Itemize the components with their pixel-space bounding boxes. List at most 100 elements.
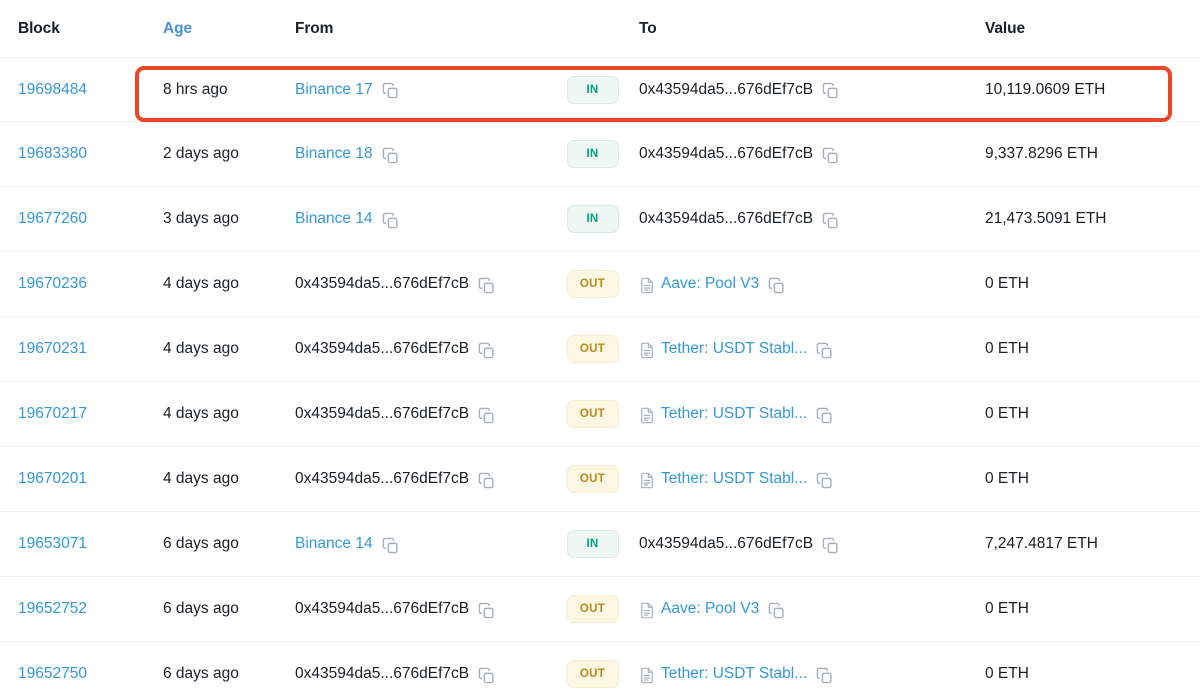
cell-to: Aave: Pool V3 [630, 252, 985, 316]
copy-icon[interactable] [822, 82, 839, 99]
cell-value: 7,247.4817 ETH [985, 512, 1200, 576]
block-number-link[interactable]: 19652750 [18, 665, 87, 683]
copy-icon[interactable] [382, 147, 399, 164]
table-row[interactable]: 19652752 6 days ago 0x43594da5...676dEf7cB… [0, 577, 1200, 642]
to-address: 0x43594da5...676dEf7cB [639, 81, 813, 99]
from-address: 0x43594da5...676dEf7cB [295, 340, 469, 358]
cell-block: 19698484 [0, 58, 143, 121]
copy-icon[interactable] [478, 277, 495, 294]
from-address: 0x43594da5...676dEf7cB [295, 665, 469, 683]
table-header-row: Block Age From To Value [0, 0, 1200, 58]
cell-from: 0x43594da5...676dEf7cB [288, 252, 555, 316]
value-amount: 0 ETH [985, 600, 1029, 618]
cell-value: 0 ETH [985, 642, 1200, 695]
direction-badge: IN [567, 76, 619, 104]
direction-badge: IN [567, 140, 619, 168]
value-amount: 7,247.4817 ETH [985, 535, 1098, 553]
copy-icon[interactable] [816, 667, 833, 684]
table-row[interactable]: 19670231 4 days ago 0x43594da5...676dEf7cB… [0, 317, 1200, 382]
copy-icon[interactable] [822, 147, 839, 164]
copy-icon[interactable] [382, 537, 399, 554]
copy-icon[interactable] [816, 472, 833, 489]
copy-icon[interactable] [768, 277, 785, 294]
copy-icon[interactable] [382, 212, 399, 229]
cell-direction: OUT [555, 252, 630, 316]
to-address[interactable]: Aave: Pool V3 [661, 275, 759, 293]
age-text: 6 days ago [163, 665, 239, 683]
from-address[interactable]: Binance 17 [295, 81, 373, 99]
from-address[interactable]: Binance 18 [295, 145, 373, 163]
direction-badge: OUT [567, 660, 619, 688]
from-address: 0x43594da5...676dEf7cB [295, 600, 469, 618]
value-amount: 10,119.0609 ETH [985, 81, 1105, 99]
copy-icon[interactable] [768, 602, 785, 619]
table-row[interactable]: 196530716 days agoBinance 14IN0x43594da5… [0, 512, 1200, 577]
column-header-from: From [288, 20, 555, 38]
cell-direction: OUT [555, 317, 630, 381]
from-address[interactable]: Binance 14 [295, 210, 373, 228]
to-address[interactable]: Tether: USDT Stabl... [661, 470, 807, 488]
cell-value: 0 ETH [985, 382, 1200, 446]
block-number-link[interactable]: 19670236 [18, 275, 87, 293]
cell-to: Tether: USDT Stabl... [630, 447, 985, 511]
cell-from: 0x43594da5...676dEf7cB [288, 382, 555, 446]
copy-icon[interactable] [478, 342, 495, 359]
cell-value: 0 ETH [985, 447, 1200, 511]
column-header-age[interactable]: Age [143, 20, 288, 38]
to-address[interactable]: Tether: USDT Stabl... [661, 665, 807, 683]
cell-age: 6 days ago [143, 512, 288, 576]
copy-icon[interactable] [478, 602, 495, 619]
cell-to: 0x43594da5...676dEf7cB [630, 58, 985, 121]
cell-to: 0x43594da5...676dEf7cB [630, 187, 985, 251]
table-row[interactable]: 196833802 days agoBinance 18IN0x43594da5… [0, 122, 1200, 187]
copy-icon[interactable] [816, 407, 833, 424]
block-number-link[interactable]: 19652752 [18, 600, 87, 618]
copy-icon[interactable] [382, 82, 399, 99]
copy-icon[interactable] [822, 212, 839, 229]
copy-icon[interactable] [478, 407, 495, 424]
cell-age: 3 days ago [143, 187, 288, 251]
cell-from: 0x43594da5...676dEf7cB [288, 317, 555, 381]
value-amount: 0 ETH [985, 340, 1029, 358]
cell-age: 4 days ago [143, 317, 288, 381]
table-row[interactable]: 196702364 days ago0x43594da5...676dEf7cB… [0, 252, 1200, 317]
age-text: 6 days ago [163, 535, 239, 553]
to-address[interactable]: Tether: USDT Stabl... [661, 405, 807, 423]
from-address: 0x43594da5...676dEf7cB [295, 405, 469, 423]
cell-value: 21,473.5091 ETH [985, 187, 1200, 251]
cell-block: 19670201 [0, 447, 143, 511]
table-row[interactable]: 19652750 6 days ago 0x43594da5...676dEf7cB… [0, 642, 1200, 695]
cell-to: Tether: USDT Stabl... [630, 317, 985, 381]
transactions-table: Block Age From To Value 196984848 hrs ag… [0, 0, 1200, 695]
table-row[interactable]: 196984848 hrs agoBinance 17IN0x43594da5.… [0, 58, 1200, 122]
contract-document-icon [639, 342, 655, 359]
table-row[interactable]: 196772603 days agoBinance 14IN0x43594da5… [0, 187, 1200, 252]
to-address[interactable]: Aave: Pool V3 [661, 600, 759, 618]
block-number-link[interactable]: 19653071 [18, 535, 87, 553]
to-address[interactable]: Tether: USDT Stabl... [661, 340, 807, 358]
block-number-link[interactable]: 19670231 [18, 340, 87, 358]
copy-icon[interactable] [478, 667, 495, 684]
copy-icon[interactable] [478, 472, 495, 489]
block-number-link[interactable]: 19698484 [18, 81, 87, 99]
direction-badge: OUT [567, 270, 619, 298]
copy-icon[interactable] [822, 537, 839, 554]
block-number-link[interactable]: 19670201 [18, 470, 87, 488]
direction-badge: IN [567, 530, 619, 558]
contract-document-icon [639, 472, 655, 489]
block-number-link[interactable]: 19683380 [18, 145, 87, 163]
from-address[interactable]: Binance 14 [295, 535, 373, 553]
table-body: 196984848 hrs agoBinance 17IN0x43594da5.… [0, 58, 1200, 695]
age-text: 6 days ago [163, 600, 239, 618]
table-row[interactable]: 196702014 days ago0x43594da5...676dEf7cB… [0, 447, 1200, 512]
value-amount: 0 ETH [985, 405, 1029, 423]
cell-block: 19677260 [0, 187, 143, 251]
block-number-link[interactable]: 19677260 [18, 210, 87, 228]
cell-age: 2 days ago [143, 122, 288, 186]
contract-document-icon [639, 407, 655, 424]
cell-value: 0 ETH [985, 317, 1200, 381]
block-number-link[interactable]: 19670217 [18, 405, 87, 423]
table-row[interactable]: 196702174 days ago0x43594da5...676dEf7cB… [0, 382, 1200, 447]
cell-direction: OUT [555, 382, 630, 446]
copy-icon[interactable] [816, 342, 833, 359]
